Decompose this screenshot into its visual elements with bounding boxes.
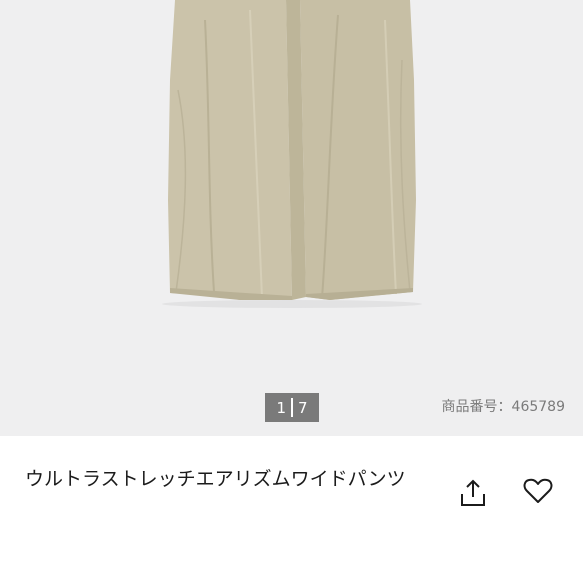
product-image[interactable]: 1 7 商品番号：465789 [0, 0, 583, 436]
product-title: ウルトラストレッチエアリズムワイドパンツ [25, 468, 406, 490]
favorite-button[interactable] [520, 473, 556, 509]
total-image-count: 7 [298, 398, 308, 417]
share-button[interactable] [455, 475, 491, 511]
counter-divider [291, 398, 293, 417]
wide-pants-photo [162, 0, 422, 308]
product-info-panel [0, 436, 583, 583]
product-number: 商品番号：465789 [441, 399, 565, 415]
heart-icon [523, 478, 553, 503]
current-image-index: 1 [276, 398, 286, 417]
share-icon [461, 479, 485, 506]
image-counter: 1 7 [265, 393, 319, 422]
